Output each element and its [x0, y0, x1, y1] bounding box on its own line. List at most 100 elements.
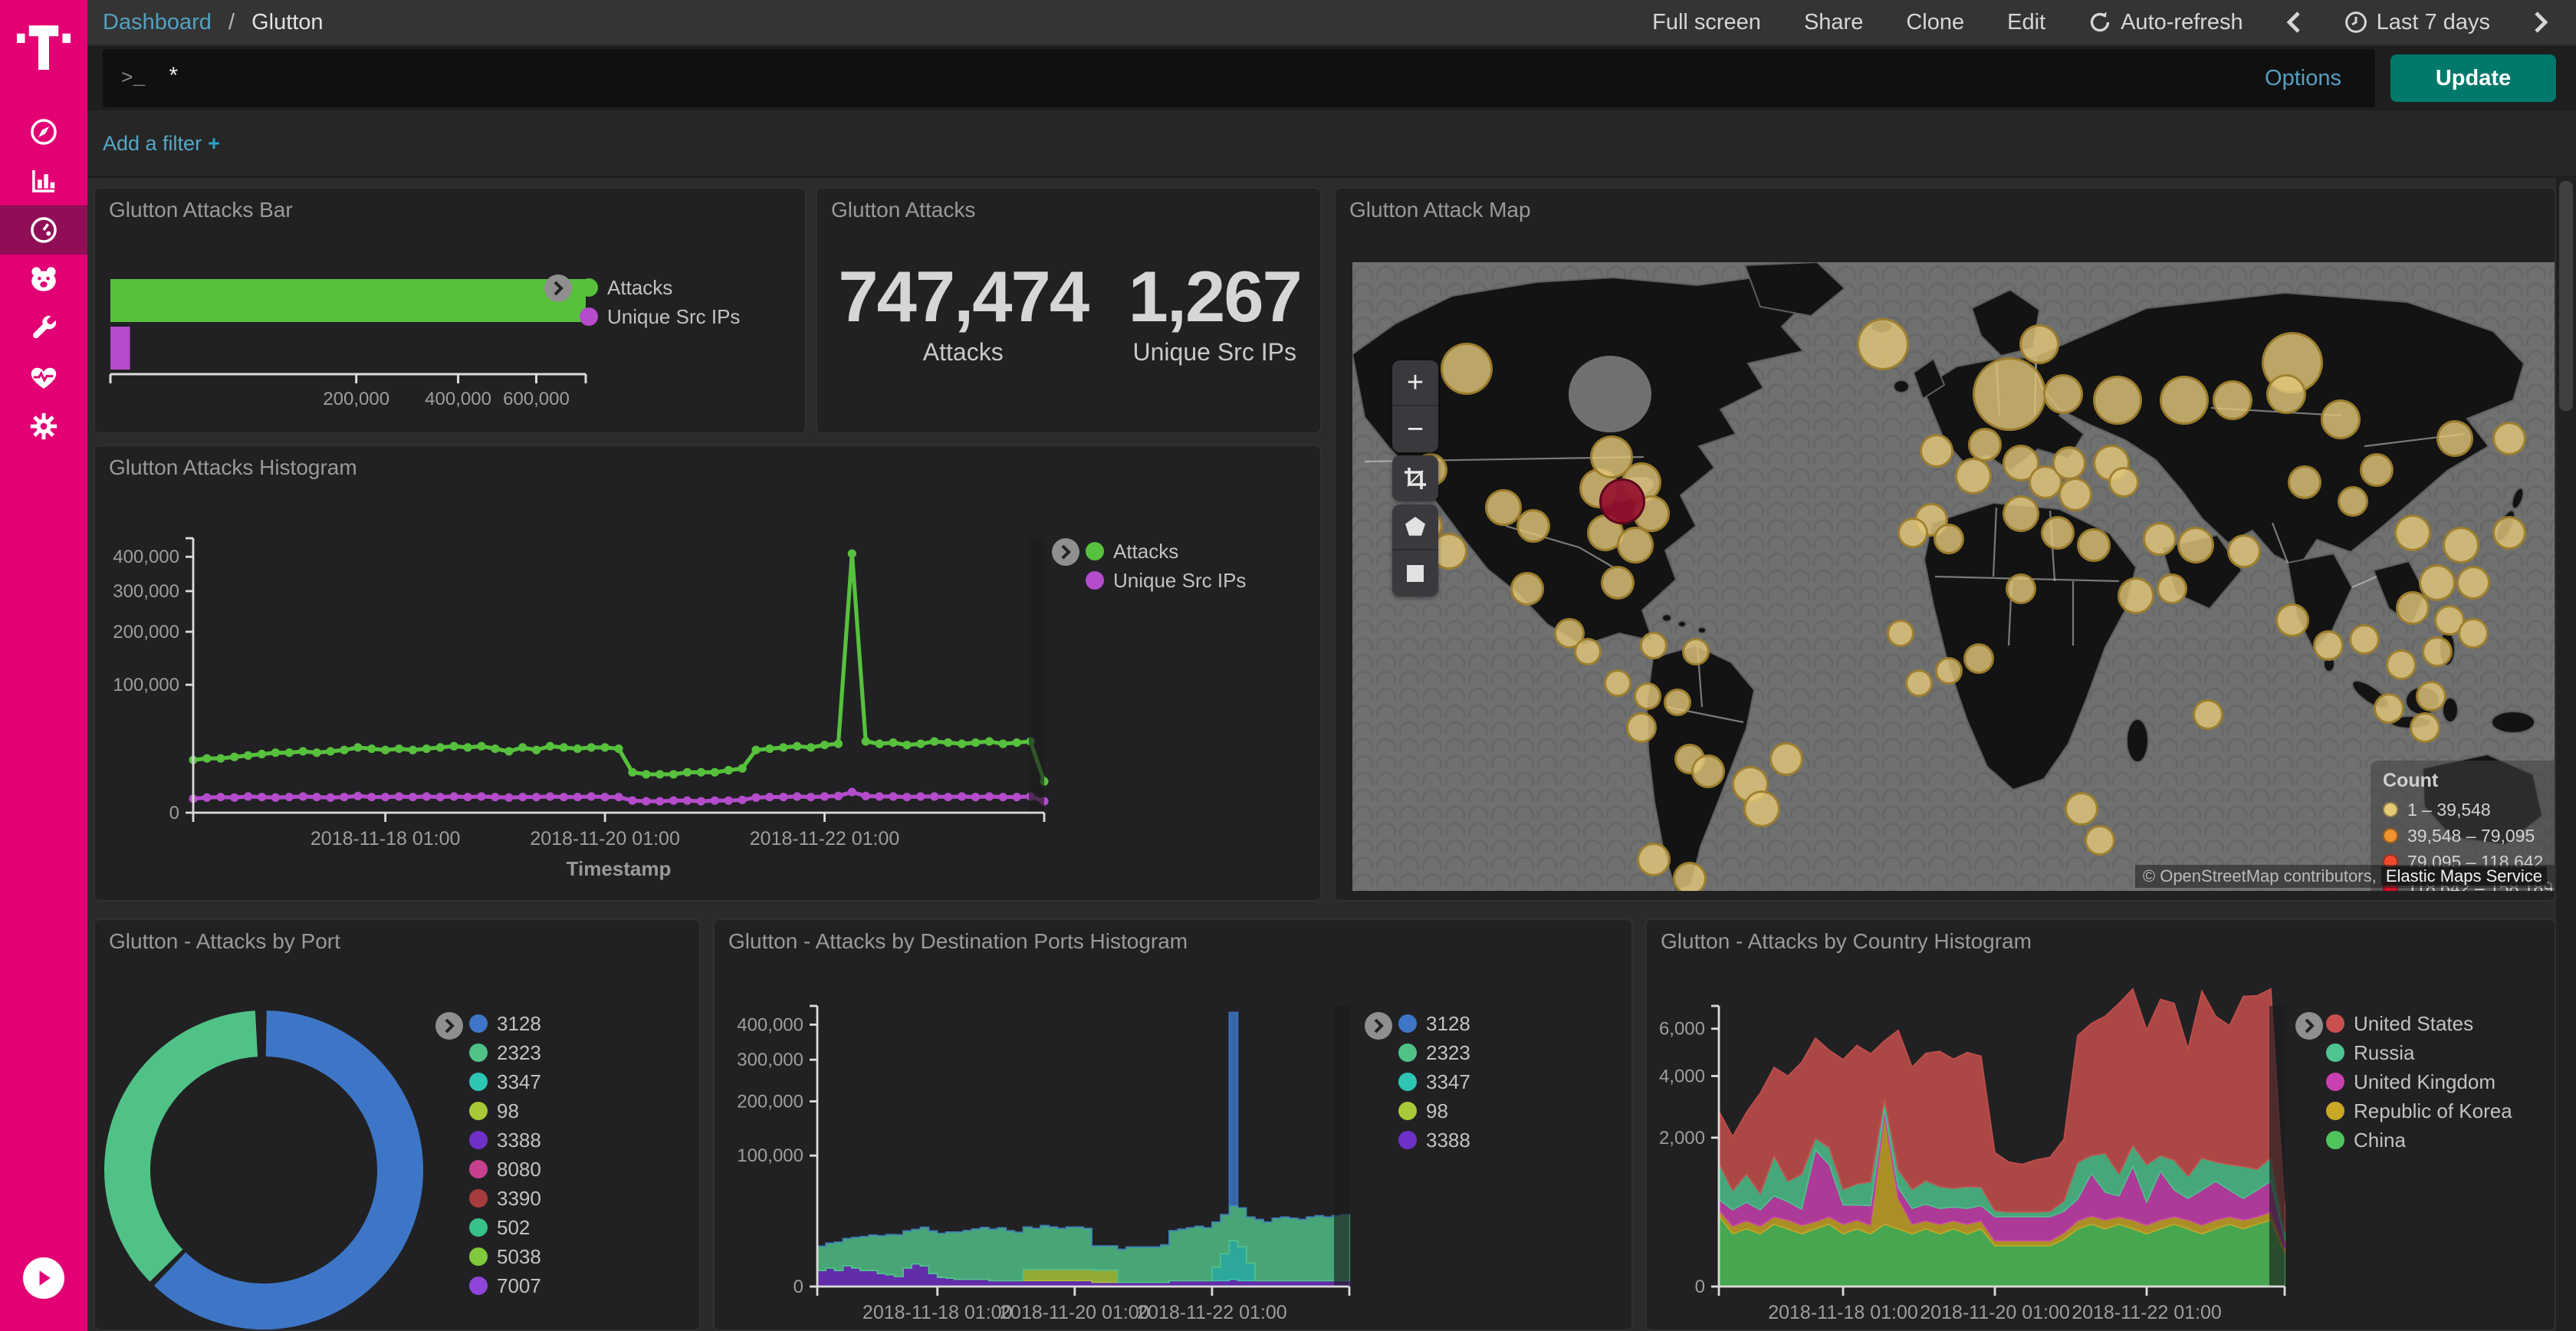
ports-legend-item-2323[interactable]: 2323	[469, 1038, 541, 1067]
ports-legend-item-3388[interactable]: 3388	[469, 1126, 541, 1155]
attack-bubble[interactable]	[2077, 528, 2111, 562]
attack-bubble[interactable]	[2227, 534, 2261, 568]
attack-bubble[interactable]	[1601, 566, 1635, 600]
ports-legend-item-3390[interactable]: 3390	[469, 1184, 541, 1213]
attack-bubble[interactable]	[1485, 489, 1522, 526]
country-legend-item-china[interactable]: China	[2326, 1126, 2512, 1155]
ports-legend-item-98[interactable]: 98	[469, 1096, 541, 1126]
attack-bubble[interactable]	[1664, 689, 1691, 716]
attack-bubble[interactable]	[2143, 522, 2177, 556]
attack-bubble[interactable]	[1441, 343, 1493, 395]
attack-bubble[interactable]	[2410, 712, 2440, 743]
attack-bubble[interactable]	[2422, 636, 2453, 667]
attack-bubble[interactable]	[1673, 862, 1707, 891]
attack-bubble[interactable]	[2275, 603, 2309, 637]
query-options-link[interactable]: Options	[2265, 66, 2341, 91]
ports-legend-item-3347[interactable]: 3347	[469, 1067, 541, 1096]
ports-legend-item-5038[interactable]: 5038	[469, 1242, 541, 1271]
country-legend-item-united-states[interactable]: United States	[2326, 1009, 2512, 1038]
ports-histogram-legend-item-3128[interactable]: 3128	[1398, 1009, 1470, 1038]
country-legend-item-russia[interactable]: Russia	[2326, 1038, 2512, 1067]
attack-bubble[interactable]	[1887, 619, 1914, 647]
sidebar-item-visualize[interactable]	[0, 156, 87, 205]
add-filter-link[interactable]: Add a filter+	[103, 132, 220, 156]
world-attack-map[interactable]: + − Count 1	[1352, 262, 2556, 891]
attack-bubble[interactable]	[1617, 527, 1654, 564]
attacks-histogram-chart[interactable]: 0100,000200,000300,000400,0002018-11-18 …	[95, 446, 1320, 900]
crop-select-button[interactable]	[1392, 455, 1438, 501]
legend-toggle[interactable]	[544, 274, 572, 302]
ports-histogram-legend-item-3347[interactable]: 3347	[1398, 1067, 1470, 1096]
attack-bubble[interactable]	[2177, 527, 2214, 564]
country-legend-item-united-kingdom[interactable]: United Kingdom	[2326, 1067, 2512, 1096]
ports-histogram-legend-item-3388[interactable]: 3388	[1398, 1126, 1470, 1155]
attack-bubble[interactable]	[2321, 399, 2361, 439]
attack-bubble[interactable]	[1574, 638, 1602, 666]
attack-bubble[interactable]	[1769, 742, 1803, 776]
attack-bubble[interactable]	[2492, 516, 2526, 550]
attack-bubble[interactable]	[2386, 649, 2417, 680]
attack-bubble[interactable]	[2085, 825, 2115, 856]
time-next-button[interactable]	[2533, 12, 2548, 33]
attack-bubble[interactable]	[1968, 428, 2002, 462]
attacks-bar-legend-item-attacks[interactable]: Attacks	[580, 273, 740, 302]
attack-bubble[interactable]	[2458, 618, 2489, 649]
attack-bubble[interactable]	[1640, 632, 1668, 659]
menu-share[interactable]: Share	[1804, 10, 1863, 35]
attack-bubble[interactable]	[2396, 591, 2430, 625]
attack-bubble[interactable]	[2193, 699, 2223, 730]
ports-legend-item-502[interactable]: 502	[469, 1213, 541, 1242]
scrollbar-thumb[interactable]	[2559, 181, 2573, 411]
attack-bubble[interactable]	[2157, 573, 2187, 604]
attack-bubble[interactable]	[1898, 518, 1928, 548]
attack-bubble[interactable]	[1516, 509, 1550, 543]
attacks-histogram-legend-item-unique-src-ips[interactable]: Unique Src IPs	[1086, 566, 1246, 595]
attack-bubble[interactable]	[2108, 467, 2139, 498]
attack-bubble[interactable]	[2313, 630, 2344, 661]
menu-edit[interactable]: Edit	[2007, 10, 2045, 35]
sidebar-item-dashboard[interactable]	[0, 205, 87, 255]
polygon-select-button[interactable]	[1392, 504, 1438, 550]
attack-bubble[interactable]	[1920, 434, 1953, 468]
attack-bubble[interactable]	[1934, 524, 1964, 554]
attack-bubble[interactable]	[2003, 495, 2039, 532]
sidebar-item-dev-tools[interactable]	[0, 304, 87, 353]
zoom-out-button[interactable]: −	[1392, 406, 1438, 452]
attack-bubble[interactable]	[2338, 486, 2368, 517]
elastic-maps-service-link[interactable]: Elastic Maps Service	[2381, 866, 2547, 886]
attack-bubble[interactable]	[2456, 566, 2490, 600]
ports-histogram-legend-item-98[interactable]: 98	[1398, 1096, 1470, 1126]
ports-histogram-legend-item-2323[interactable]: 2323	[1398, 1038, 1470, 1067]
scrollbar[interactable]	[2556, 178, 2576, 1331]
attack-bubble[interactable]	[2436, 420, 2473, 457]
ports-histogram-chart[interactable]: 0100,000200,000300,000400,0002018-11-18 …	[715, 920, 1631, 1329]
update-button[interactable]: Update	[2390, 54, 2556, 102]
attack-bubble[interactable]	[2065, 792, 2098, 826]
attack-bubble[interactable]	[2374, 693, 2404, 724]
ports-legend-item-3128[interactable]: 3128	[469, 1009, 541, 1038]
sidebar-item-bear-app[interactable]	[0, 255, 87, 304]
attack-bubble[interactable]	[2160, 376, 2209, 425]
legend-toggle[interactable]	[1365, 1012, 1392, 1040]
zoom-in-button[interactable]: +	[1392, 360, 1438, 406]
sidebar-item-management[interactable]	[0, 402, 87, 451]
attack-bubble[interactable]	[1682, 638, 1710, 666]
menu-full-screen[interactable]: Full screen	[1652, 10, 1761, 35]
attack-bubble[interactable]	[1905, 669, 1933, 697]
attack-bubble[interactable]	[2416, 681, 2446, 712]
attack-bubble[interactable]	[1743, 790, 1780, 827]
attack-bubble[interactable]	[2360, 453, 2394, 487]
menu-auto-refresh[interactable]: Auto-refresh	[2088, 10, 2243, 35]
attack-bubble[interactable]	[1691, 754, 1725, 788]
time-prev-button[interactable]	[2286, 12, 2302, 33]
attack-bubble[interactable]	[2093, 376, 2142, 425]
attack-bubble[interactable]	[2443, 527, 2479, 564]
attack-bubble[interactable]	[1935, 657, 1963, 685]
attack-bubble[interactable]	[1955, 458, 1992, 495]
country-legend-item-republic-of-korea[interactable]: Republic of Korea	[2326, 1096, 2512, 1126]
attack-bubble[interactable]	[1637, 843, 1671, 876]
attack-bubble[interactable]	[1626, 712, 1657, 743]
sidebar-item-monitoring[interactable]	[0, 353, 87, 402]
attack-bubble[interactable]	[2043, 374, 2083, 414]
breadcrumb-dashboard-link[interactable]: Dashboard	[103, 10, 212, 35]
